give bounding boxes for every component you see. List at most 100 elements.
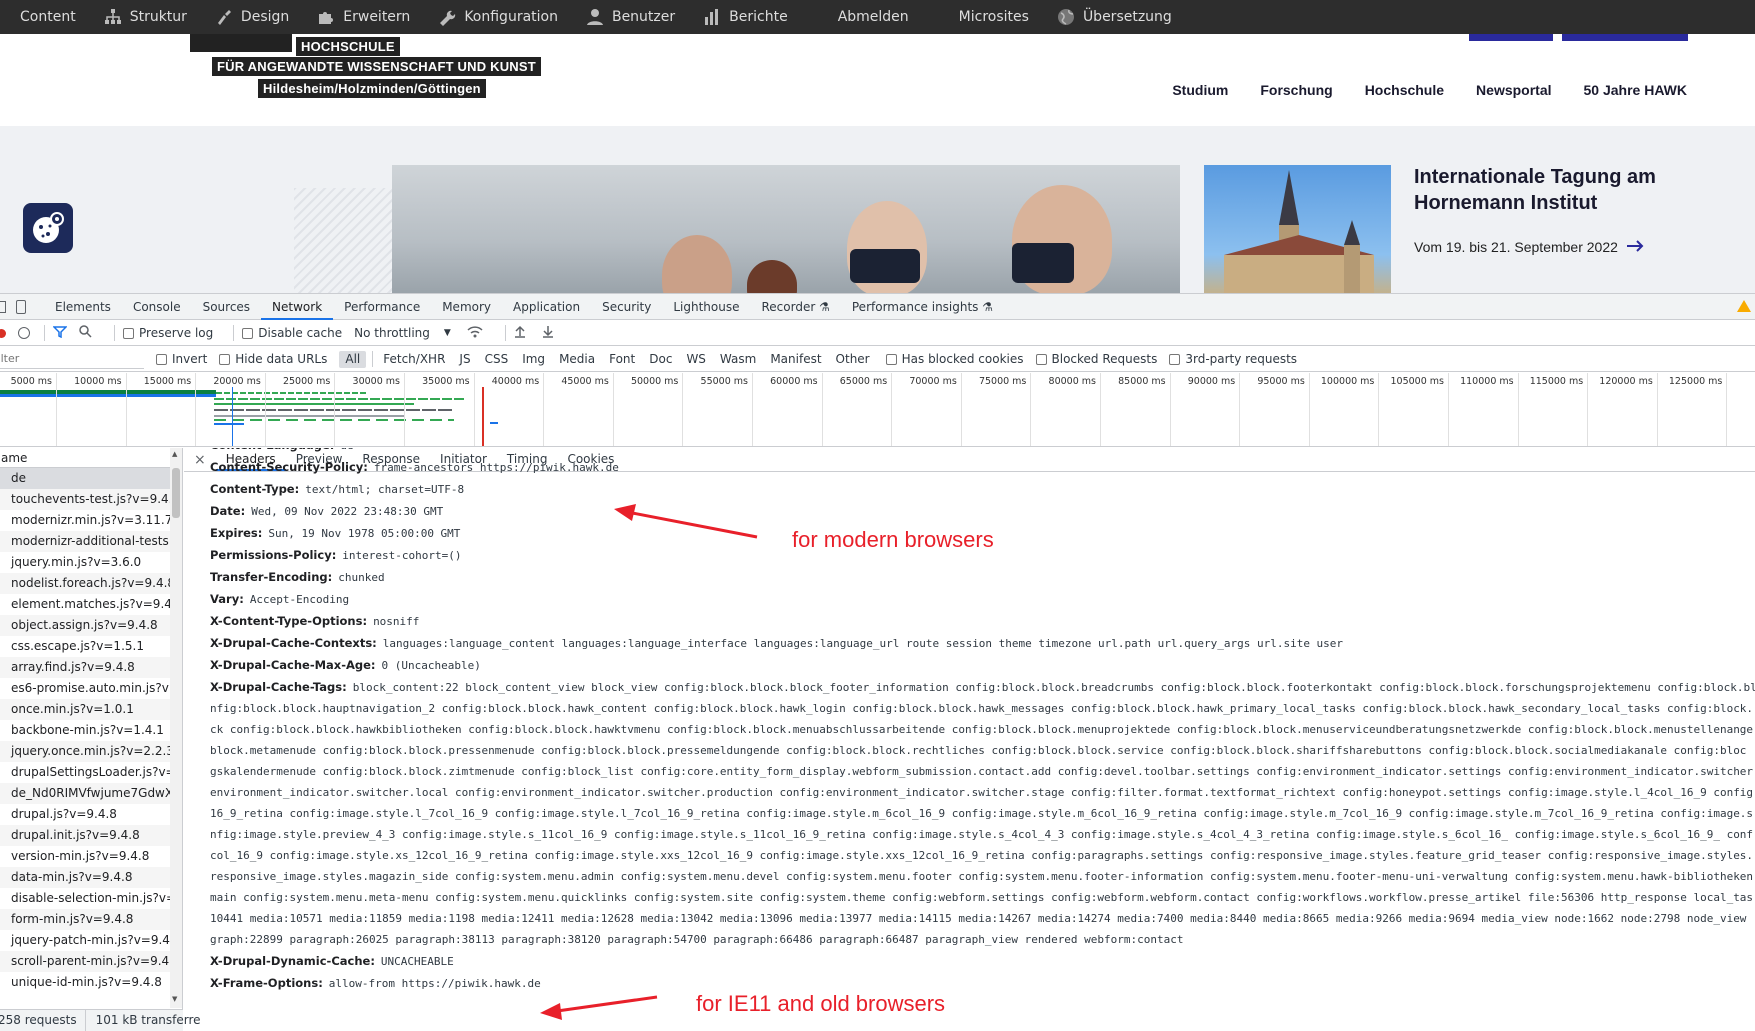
nav-item-studium[interactable]: Studium (1172, 82, 1228, 98)
header-button[interactable] (1469, 34, 1553, 41)
admin-item-erweitern[interactable]: Erweitern (315, 6, 410, 28)
news-title[interactable]: Internationale Tagung am Hornemann Insti… (1414, 164, 1734, 216)
record-icon[interactable] (0, 328, 6, 338)
nav-item-50-jahre[interactable]: 50 Jahre HAWK (1584, 82, 1687, 98)
invert-checkbox[interactable]: Invert (156, 352, 207, 366)
checkbox[interactable] (1035, 353, 1047, 365)
checkbox[interactable] (219, 353, 231, 365)
disable-cache-checkbox[interactable]: Disable cache (242, 326, 342, 340)
admin-item-struktur[interactable]: Struktur (102, 6, 187, 28)
request-list-header[interactable]: Name (0, 448, 182, 468)
request-row[interactable]: drupalSettingsLoader.js?v=9. (0, 762, 182, 783)
export-har-icon[interactable] (542, 325, 554, 341)
request-row[interactable]: scroll-parent-min.js?v=9.4.8 (0, 951, 182, 972)
admin-item-microsites[interactable]: Microsites (959, 9, 1029, 25)
tab-elements[interactable]: Elements (44, 294, 122, 320)
type-filter-font[interactable]: Font (603, 351, 641, 368)
request-row[interactable]: jquery.once.min.js?v=2.2.3 (0, 741, 182, 762)
tab-security[interactable]: Security (591, 294, 662, 320)
clear-icon[interactable] (18, 327, 30, 339)
tab-memory[interactable]: Memory (431, 294, 502, 320)
tab-application[interactable]: Application (502, 294, 591, 320)
request-row[interactable]: array.find.js?v=9.4.8 (0, 657, 182, 678)
admin-item-content[interactable]: Content (20, 9, 76, 25)
header-button[interactable] (1562, 34, 1688, 41)
scroll-up-icon[interactable]: ▲ (172, 450, 177, 458)
type-filter-fetch[interactable]: Fetch/XHR (377, 351, 451, 368)
request-row[interactable]: nodelist.foreach.js?v=9.4.8 (0, 573, 182, 594)
tab-recorder[interactable]: Recorder ⚗ (751, 294, 841, 320)
type-filter-css[interactable]: CSS (479, 351, 515, 368)
admin-item-abmelden[interactable]: Abmelden (838, 9, 909, 25)
request-row[interactable]: drupal.init.js?v=9.4.8 (0, 825, 182, 846)
blocked-requests-checkbox[interactable]: Blocked Requests (1035, 352, 1157, 366)
request-row[interactable]: disable-selection-min.js?v=9.. (0, 888, 182, 909)
network-overview-timeline[interactable]: 5000 ms 10000 ms 15000 ms 20000 ms 25000 ms 3… (0, 373, 1755, 447)
request-row[interactable]: jquery.min.js?v=3.6.0 (0, 552, 182, 573)
request-row[interactable]: de_Nd0RIMVfwjume7GdwX.. (0, 783, 182, 804)
request-row[interactable]: jquery-patch-min.js?v=9.4.8 (0, 930, 182, 951)
type-filter-other[interactable]: Other (830, 351, 876, 368)
filter-icon[interactable] (52, 325, 68, 341)
type-filter-all[interactable]: All (339, 350, 367, 368)
inspect-element-icon[interactable] (0, 300, 6, 313)
nav-item-forschung[interactable]: Forschung (1260, 82, 1332, 98)
request-row[interactable]: object.assign.js?v=9.4.8 (0, 615, 182, 636)
scrollbar-thumb[interactable] (172, 468, 180, 518)
search-icon[interactable] (79, 325, 92, 341)
admin-item-konfiguration[interactable]: Konfiguration (436, 6, 558, 28)
preserve-log-checkbox[interactable]: Preserve log (123, 326, 213, 340)
tab-performance-insights[interactable]: Performance insights ⚗ (841, 294, 1004, 320)
news-teaser[interactable]: Vom 19. bis 21. September 2022 (1414, 239, 1644, 255)
checkbox[interactable] (885, 353, 897, 365)
tab-console[interactable]: Console (122, 294, 192, 320)
checkbox[interactable] (242, 327, 254, 339)
checkbox[interactable] (123, 327, 134, 339)
request-row[interactable]: element.matches.js?v=9.4.8 (0, 594, 182, 615)
request-row[interactable]: es6-promise.auto.min.js?v=4. (0, 678, 182, 699)
import-har-icon[interactable] (514, 325, 526, 341)
filter-input[interactable] (0, 349, 144, 369)
request-row[interactable]: once.min.js?v=1.0.1 (0, 699, 182, 720)
request-row[interactable]: data-min.js?v=9.4.8 (0, 867, 182, 888)
checkbox[interactable] (156, 353, 167, 365)
tab-performance[interactable]: Performance (333, 294, 431, 320)
admin-item-berichte[interactable]: Berichte (701, 6, 788, 28)
checkbox[interactable] (1169, 353, 1181, 365)
request-row[interactable]: css.escape.js?v=1.5.1 (0, 636, 182, 657)
network-conditions-icon[interactable] (467, 325, 483, 341)
device-toolbar-icon[interactable] (16, 299, 26, 314)
type-filter-media[interactable]: Media (553, 351, 601, 368)
type-filter-js[interactable]: JS (453, 351, 476, 368)
admin-item-benutzer[interactable]: Benutzer (584, 6, 675, 28)
news-image[interactable] (1204, 165, 1391, 293)
throttling-select[interactable]: No throttling ▼ (354, 326, 451, 340)
type-filter-wasm[interactable]: Wasm (714, 351, 762, 368)
request-row[interactable]: drupal.js?v=9.4.8 (0, 804, 182, 825)
tab-lighthouse[interactable]: Lighthouse (662, 294, 750, 320)
warning-icon[interactable] (1737, 300, 1751, 312)
request-row[interactable]: touchevents-test.js?v=9.4.8 (0, 489, 182, 510)
hawk-logo[interactable] (190, 34, 292, 52)
third-party-checkbox[interactable]: 3rd-party requests (1169, 352, 1297, 366)
request-row[interactable]: modernizr-additional-tests.js (0, 531, 182, 552)
type-filter-doc[interactable]: Doc (643, 351, 678, 368)
tab-network[interactable]: Network (261, 294, 334, 320)
hero-photo[interactable] (392, 165, 1180, 293)
request-row[interactable]: backbone-min.js?v=1.4.1 (0, 720, 182, 741)
request-list-scrollbar[interactable] (170, 448, 182, 1008)
tab-sources[interactable]: Sources (192, 294, 261, 320)
admin-item-design[interactable]: Design (213, 6, 289, 28)
request-row[interactable]: modernizr.min.js?v=3.11.7 (0, 510, 182, 531)
type-filter-manifest[interactable]: Manifest (764, 351, 827, 368)
has-blocked-cookies-checkbox[interactable]: Has blocked cookies (885, 352, 1024, 366)
nav-item-newsportal[interactable]: Newsportal (1476, 82, 1551, 98)
request-row[interactable]: form-min.js?v=9.4.8 (0, 909, 182, 930)
admin-item-uebersetzung[interactable]: Übersetzung (1055, 6, 1172, 28)
scroll-down-icon[interactable]: ▼ (172, 995, 177, 1003)
nav-item-hochschule[interactable]: Hochschule (1365, 82, 1444, 98)
request-row[interactable]: unique-id-min.js?v=9.4.8 (0, 972, 182, 993)
cookie-settings-button[interactable] (23, 203, 73, 253)
request-row[interactable]: de (0, 468, 182, 489)
type-filter-img[interactable]: Img (516, 351, 551, 368)
